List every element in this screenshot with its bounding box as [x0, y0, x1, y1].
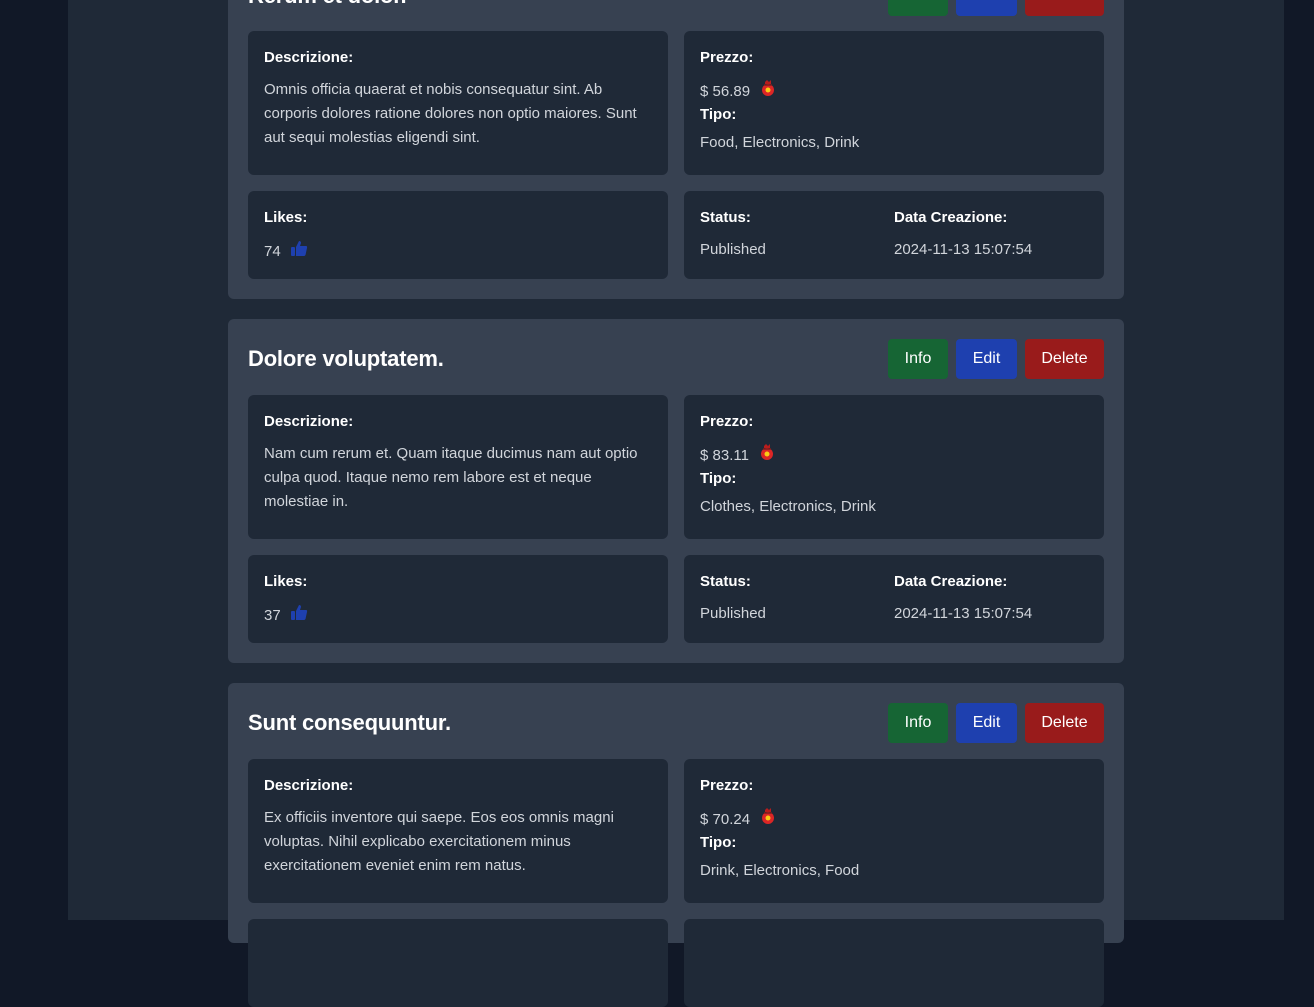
tipo-value: Drink, Electronics, Food	[700, 862, 860, 879]
tipo-value: Clothes, Electronics, Drink	[700, 498, 876, 515]
description-text: Ex officiis inventore qui saepe. Eos eos…	[264, 809, 614, 874]
likes-value: 74	[264, 243, 281, 260]
status-box: Status: Published Data Creazione: 2024-1…	[684, 555, 1104, 643]
price-label: Prezzo:	[700, 777, 754, 794]
tipo-label: Tipo:	[700, 834, 737, 851]
card-actions: Info Edit Delete	[888, 339, 1104, 379]
description-text: Nam cum rerum et. Quam itaque ducimus na…	[264, 445, 638, 510]
money-bag-icon	[757, 442, 777, 470]
product-card: Sunt consequuntur. Info Edit Delete Desc…	[228, 683, 1124, 1007]
edit-button[interactable]: Edit	[956, 703, 1017, 743]
price-value: $ 70.24	[700, 811, 751, 828]
description-box: Descrizione: Omnis officia quaerat et no…	[248, 31, 668, 175]
description-box: Descrizione: Nam cum rerum et. Quam itaq…	[248, 395, 668, 539]
price-value: $ 56.89	[700, 83, 751, 100]
price-box: Prezzo: $ 83.11 Tipo: Clothes, Electroni…	[684, 395, 1104, 539]
delete-button[interactable]: Delete	[1025, 703, 1104, 743]
likes-label: Likes:	[264, 209, 308, 226]
status-box: Status: Published Data Creazione: 2024-1…	[684, 191, 1104, 279]
product-card: Dolore voluptatem. Info Edit Delete Desc…	[228, 319, 1124, 663]
card-title: Dolore voluptatem.	[248, 346, 444, 371]
tipo-label: Tipo:	[700, 106, 737, 123]
delete-button[interactable]: Delete	[1025, 339, 1104, 379]
tipo-label: Tipo:	[700, 470, 737, 487]
price-box: Prezzo: $ 70.24 Tipo: Drink, Electronics…	[684, 759, 1104, 903]
tipo-value: Food, Electronics, Drink	[700, 134, 860, 151]
thumbs-up-icon	[289, 238, 309, 266]
status-box	[684, 919, 1104, 1007]
edit-button[interactable]: Edit	[956, 339, 1017, 379]
delete-button[interactable]: Delete	[1025, 0, 1104, 16]
created-value: 2024-11-13 15:07:54	[894, 605, 1033, 622]
info-button[interactable]: Info	[888, 0, 948, 16]
card-header: Dolore voluptatem. Info Edit Delete	[248, 339, 1104, 379]
price-label: Prezzo:	[700, 413, 754, 430]
created-label: Data Creazione:	[894, 573, 1008, 590]
edit-button[interactable]: Edit	[956, 0, 1017, 16]
likes-box	[248, 919, 668, 1007]
status-label: Status:	[700, 573, 751, 590]
created-label: Data Creazione:	[894, 209, 1008, 226]
likes-label: Likes:	[264, 573, 308, 590]
created-value: 2024-11-13 15:07:54	[894, 241, 1033, 258]
info-button[interactable]: Info	[888, 339, 948, 379]
card-actions: Info Edit Delete	[888, 703, 1104, 743]
description-box: Descrizione: Ex officiis inventore qui s…	[248, 759, 668, 903]
description-text: Omnis officia quaerat et nobis consequat…	[264, 81, 637, 146]
card-title: Rerum et dolor.	[248, 0, 407, 9]
card-header: Rerum et dolor. Info Edit Delete	[248, 0, 1104, 16]
price-label: Prezzo:	[700, 49, 754, 66]
status-value: Published	[700, 605, 766, 622]
info-button[interactable]: Info	[888, 703, 948, 743]
price-value: $ 83.11	[700, 447, 749, 464]
description-label: Descrizione:	[264, 413, 354, 430]
product-card: Rerum et dolor. Info Edit Delete Descriz…	[228, 0, 1124, 299]
card-actions: Info Edit Delete	[888, 0, 1104, 16]
status-value: Published	[700, 241, 766, 258]
likes-box: Likes: 74	[248, 191, 668, 279]
description-label: Descrizione:	[264, 777, 354, 794]
likes-value: 37	[264, 607, 281, 624]
price-box: Prezzo: $ 56.89 Tipo: Food, Electronics,…	[684, 31, 1104, 175]
money-bag-icon	[758, 78, 778, 106]
likes-box: Likes: 37	[248, 555, 668, 643]
thumbs-up-icon	[289, 602, 309, 630]
card-title: Sunt consequuntur.	[248, 710, 451, 735]
money-bag-icon	[758, 806, 778, 834]
status-label: Status:	[700, 209, 751, 226]
description-label: Descrizione:	[264, 49, 354, 66]
card-header: Sunt consequuntur. Info Edit Delete	[248, 703, 1104, 743]
